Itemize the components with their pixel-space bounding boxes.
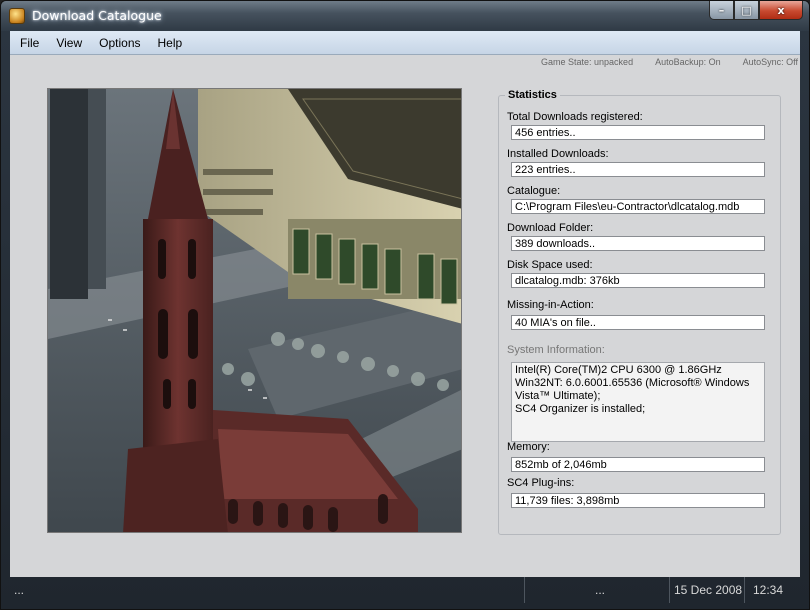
download-folder-label: Download Folder: (507, 222, 594, 234)
system-info-line: Intel(R) Core(TM)2 CPU 6300 @ 1.86GHz (515, 364, 722, 376)
missing-in-action-label: Missing-in-Action: (507, 299, 594, 311)
disk-space-field[interactable]: dlcatalog.mdb: 376kb (511, 273, 765, 288)
download-folder-field[interactable]: 389 downloads.. (511, 236, 765, 251)
autosync-flag: AutoSync: Off (742, 57, 798, 67)
close-button[interactable]: x (759, 1, 803, 20)
game-state-flag: Game State: unpacked (541, 57, 634, 67)
status-bar: ... ... 15 Dec 2008 12:34 (10, 577, 800, 603)
total-downloads-field[interactable]: 456 entries.. (511, 125, 765, 140)
system-info-line: SC4 Organizer is installed; (515, 403, 646, 415)
city-picture (47, 88, 462, 533)
app-window: Download Catalogue – □ x File View Optio… (0, 0, 810, 610)
city-illustration (48, 89, 461, 532)
total-downloads-label: Total Downloads registered: (507, 111, 643, 123)
missing-in-action-field[interactable]: 40 MIA's on file.. (511, 315, 765, 330)
statistics-group: Statistics Total Downloads registered: 4… (498, 89, 781, 535)
system-info-line: Win32NT: 6.0.6001.65536 (Microsoft® Wind… (515, 377, 750, 389)
title-bar[interactable]: Download Catalogue – □ x (1, 1, 809, 31)
menu-help[interactable]: Help (151, 36, 190, 50)
menu-view[interactable]: View (49, 36, 89, 50)
status-time: 12:34 (753, 583, 784, 597)
status-flags: Game State: unpacked AutoBackup: On Auto… (541, 57, 798, 67)
disk-space-label: Disk Space used: (507, 259, 593, 271)
menu-bar: File View Options Help (10, 31, 800, 55)
catalogue-field[interactable]: C:\Program Files\eu-Contractor\dlcatalog… (511, 199, 765, 214)
system-info-line: Vista™ Ultimate); (515, 390, 601, 402)
system-info-memo[interactable]: Intel(R) Core(TM)2 CPU 6300 @ 1.86GHz Wi… (511, 362, 765, 442)
installed-downloads-label: Installed Downloads: (507, 148, 609, 160)
client-area: Game State: unpacked AutoBackup: On Auto… (10, 55, 800, 577)
status-date: 15 Dec 2008 (670, 577, 745, 603)
system-info-label: System Information: (507, 344, 605, 356)
maximize-button[interactable]: □ (734, 1, 759, 20)
sc4-plugins-label: SC4 Plug-ins: (507, 477, 575, 489)
catalogue-label: Catalogue: (507, 185, 561, 197)
caption-buttons: – □ x (709, 1, 803, 21)
window-title: Download Catalogue (32, 8, 162, 23)
app-icon (9, 8, 25, 24)
minimize-button[interactable]: – (709, 1, 734, 20)
sc4-plugins-field[interactable]: 11,739 files: 3,898mb (511, 493, 765, 508)
autobackup-flag: AutoBackup: On (655, 57, 721, 67)
memory-field[interactable]: 852mb of 2,046mb (511, 457, 765, 472)
menu-options[interactable]: Options (92, 36, 147, 50)
menu-file[interactable]: File (13, 36, 46, 50)
status-pane-middle: ... (525, 577, 670, 603)
statistics-title: Statistics (505, 89, 560, 101)
installed-downloads-field[interactable]: 223 entries.. (511, 162, 765, 177)
status-pane-left: ... (10, 577, 525, 603)
memory-label: Memory: (507, 441, 550, 453)
